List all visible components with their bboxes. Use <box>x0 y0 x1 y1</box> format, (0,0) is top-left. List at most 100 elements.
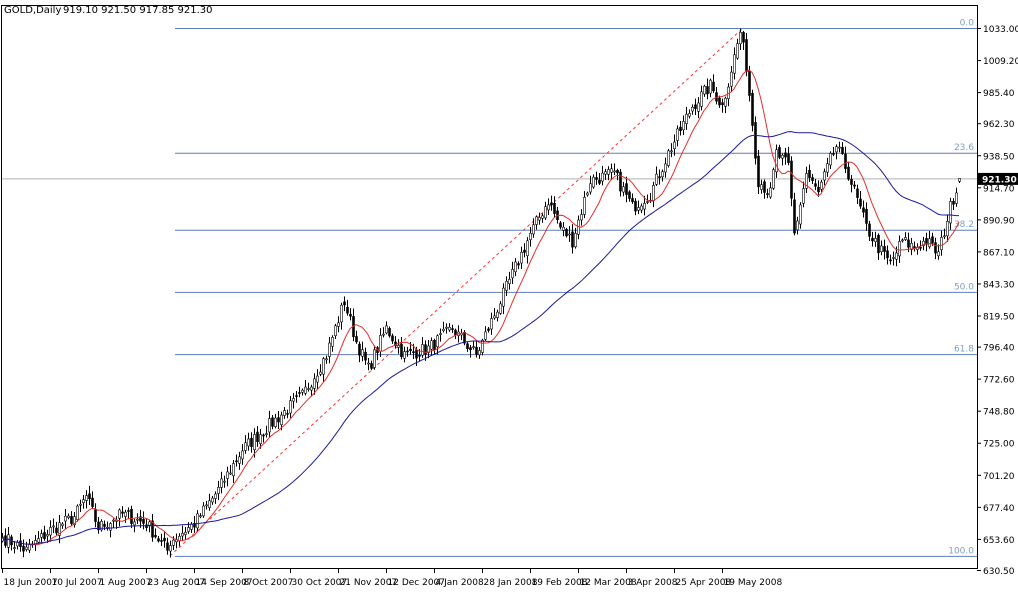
candle-body <box>947 221 949 235</box>
candle-body <box>614 171 616 172</box>
candle-body <box>260 435 262 444</box>
candle-body <box>560 223 562 227</box>
candle-body <box>119 510 121 518</box>
candle-body <box>446 327 448 328</box>
candle-body <box>182 533 184 536</box>
candle-body <box>494 316 496 318</box>
candle-body <box>644 203 646 209</box>
candle-body <box>686 114 688 123</box>
candle-body <box>527 241 529 256</box>
candle-body <box>680 127 682 130</box>
candle-body <box>212 498 214 502</box>
candle-body <box>254 434 256 449</box>
candle <box>773 168 775 190</box>
candle-body <box>812 178 814 181</box>
candle-body <box>692 107 694 111</box>
x-tick-label-0: 18 Jun 2007 <box>4 578 58 588</box>
candle-body <box>221 479 223 487</box>
candle-body <box>758 156 760 187</box>
candle-body <box>299 393 301 394</box>
candle-body <box>956 193 958 203</box>
candle-body <box>50 527 52 535</box>
candle-body <box>767 194 769 195</box>
candle-body <box>257 432 259 442</box>
candle-body <box>14 548 16 549</box>
candle-body <box>569 234 571 235</box>
candle-body <box>161 541 163 542</box>
candle-body <box>932 237 934 243</box>
candle-body <box>338 323 340 327</box>
y-tick-label-16: 653.60 <box>983 536 1015 546</box>
candle-body <box>500 304 502 313</box>
y-tick-label-7: 867.10 <box>983 248 1015 258</box>
candle-body <box>782 155 784 158</box>
candle-body <box>218 487 220 493</box>
candle-body <box>215 494 217 498</box>
candle-body <box>533 225 535 234</box>
y-tick-label-9: 819.50 <box>983 312 1015 322</box>
candle-body <box>818 187 820 192</box>
candle-body <box>611 169 613 173</box>
candle-body <box>236 461 238 462</box>
symbol-label: GOLD,Daily <box>4 5 61 16</box>
candle-body <box>830 153 832 165</box>
candlestick-chart[interactable]: 0.023.638.250.061.8100.0 1033.001009.209… <box>0 0 1018 591</box>
candle-body <box>155 535 157 537</box>
candle-body <box>185 532 187 534</box>
candle-body <box>860 199 862 206</box>
candle-body <box>770 188 772 197</box>
candle-body <box>791 161 793 198</box>
candle-body <box>626 184 628 195</box>
candle-body <box>23 546 25 551</box>
candle-body <box>572 232 574 247</box>
candle-body <box>53 526 55 527</box>
candle-body <box>266 434 268 435</box>
candle-body <box>404 352 406 359</box>
candle-body <box>272 418 274 427</box>
candle-body <box>305 387 307 393</box>
candle-body <box>479 350 481 354</box>
candle-body <box>398 345 400 347</box>
candle-body <box>137 519 139 520</box>
candle-body <box>935 243 937 253</box>
candle-body <box>797 221 799 230</box>
candle-body <box>287 413 289 414</box>
candle-body <box>833 153 835 154</box>
candle-body <box>368 363 370 364</box>
candle-body <box>293 399 295 402</box>
candle-body <box>656 174 658 184</box>
candle-body <box>47 534 49 535</box>
candle-body <box>143 519 145 523</box>
candle-body <box>26 547 28 549</box>
fib-label-0: 0.0 <box>960 19 975 29</box>
candle-body <box>149 522 151 525</box>
y-tick-label-17: 630.50 <box>983 567 1015 577</box>
y-tick-label-1: 1009.20 <box>983 57 1018 67</box>
candle-body <box>638 208 640 211</box>
candle-body <box>737 44 739 58</box>
candle-body <box>875 238 877 241</box>
chart-window[interactable]: 0.023.638.250.061.8100.0 1033.001009.209… <box>0 0 1018 591</box>
candle-body <box>674 142 676 149</box>
candle-body <box>518 264 520 265</box>
candle-body <box>902 240 904 241</box>
candle-body <box>437 336 439 347</box>
candle <box>389 326 391 337</box>
candle-body <box>29 545 31 551</box>
candle-body <box>920 247 922 248</box>
candle-body <box>320 372 322 374</box>
candle-body <box>635 201 637 211</box>
candle-body <box>269 419 271 432</box>
candle-body <box>545 207 547 218</box>
candle-body <box>77 506 79 520</box>
candle-body <box>821 182 823 189</box>
candle-body <box>275 418 277 427</box>
candle-body <box>38 539 40 543</box>
candle-body <box>350 314 352 316</box>
x-tick-label-9: 4 Jan 2008 <box>436 578 484 588</box>
candle-body <box>467 344 469 349</box>
candle-body <box>896 253 898 259</box>
candle-body <box>464 332 466 343</box>
y-tick-label-15: 677.40 <box>983 504 1015 514</box>
fib-label-4: 61.8 <box>954 345 974 355</box>
